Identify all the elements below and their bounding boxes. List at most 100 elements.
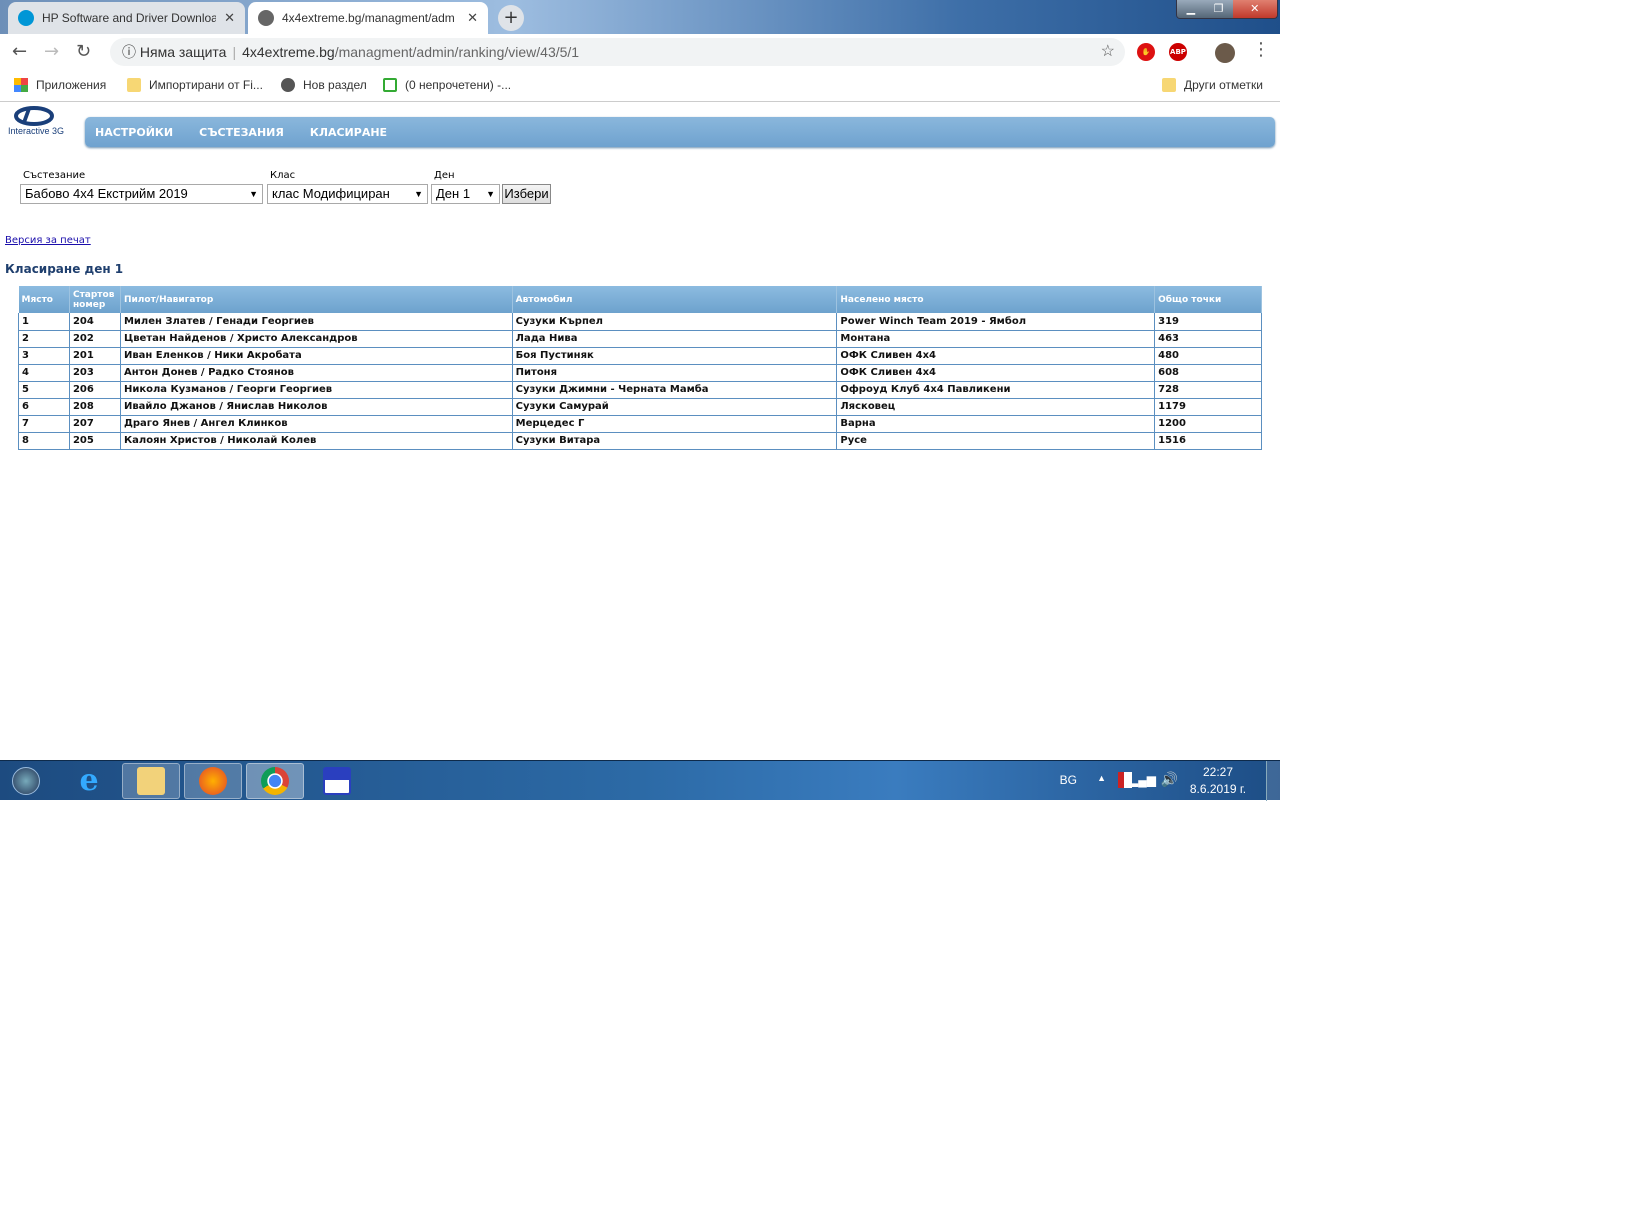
cell-car: Сузуки Витара: [511, 432, 838, 450]
bookmark-label: Импортирани от Fi...: [149, 78, 263, 92]
cell-town: Офроуд Клуб 4х4 Павликени: [836, 381, 1156, 399]
bookmark-label: (0 непрочетени) -...: [405, 78, 512, 92]
bookmark-apps[interactable]: Приложения: [14, 78, 106, 92]
tab-hp[interactable]: HP Software and Driver Downloa ✕: [8, 2, 245, 34]
cell-start-number: 208: [68, 398, 121, 416]
close-tab-icon[interactable]: ✕: [467, 10, 478, 26]
network-signal-icon[interactable]: ▂▄▆: [1129, 773, 1156, 787]
day-select[interactable]: Ден 1 ▼: [431, 184, 500, 204]
back-icon[interactable]: ←: [12, 42, 27, 62]
new-tab-button[interactable]: +: [498, 5, 524, 31]
windows-logo-icon: [12, 767, 40, 795]
tab-4x4extreme[interactable]: 4x4extreme.bg/managment/adm ✕: [248, 2, 488, 34]
class-select[interactable]: клас Модифициран ▼: [267, 184, 428, 204]
restore-button[interactable]: ❐: [1204, 0, 1233, 18]
other-bookmarks[interactable]: Други отметки: [1162, 78, 1263, 92]
col-pilot-navigator: Пилот/Навигатор: [120, 286, 513, 313]
cell-pilot-navigator: Антон Донев / Радко Стоянов: [119, 364, 513, 382]
info-icon[interactable]: ⓘ: [122, 44, 136, 60]
bookmark-label: Нов раздел: [303, 78, 367, 92]
adblock-hand-icon[interactable]: ✋: [1137, 43, 1155, 61]
language-indicator[interactable]: BG: [1060, 773, 1077, 787]
cell-start-number: 206: [68, 381, 121, 399]
taskbar-ie[interactable]: e: [60, 763, 118, 799]
taskbar-chrome[interactable]: [246, 763, 304, 799]
class-label: Клас: [270, 170, 296, 181]
tab-label: 4x4extreme.bg/managment/adm: [282, 11, 455, 25]
abp-icon[interactable]: ABP: [1169, 43, 1187, 61]
table-row: 2 202 Цветан Найденов / Христо Александров…: [18, 330, 1262, 348]
show-hidden-icons[interactable]: ▲: [1097, 773, 1106, 783]
day-value: Ден 1: [436, 186, 471, 201]
cell-total-points: 480: [1154, 347, 1262, 365]
cell-start-number: 202: [68, 330, 121, 348]
clock-date[interactable]: 8.6.2019 г.: [1178, 782, 1258, 796]
cell-pilot-navigator: Цветан Найденов / Христо Александров: [119, 330, 513, 348]
col-town: Населено място: [836, 286, 1156, 313]
col-car: Автомобил: [512, 286, 838, 313]
select-button[interactable]: Избери: [502, 184, 551, 204]
cell-total-points: 728: [1154, 381, 1262, 399]
cell-total-points: 1200: [1154, 415, 1262, 433]
cell-car: Питоня: [511, 364, 838, 382]
globe-icon: [281, 78, 295, 92]
taskbar-save-app[interactable]: [308, 763, 366, 799]
cell-town: Монтана: [836, 330, 1156, 348]
security-status[interactable]: Няма защита: [140, 44, 227, 60]
site-logo[interactable]: Interactive 3G: [6, 106, 70, 138]
cell-place: 7: [18, 415, 70, 433]
start-button[interactable]: [0, 763, 52, 799]
reload-icon[interactable]: ↻: [76, 42, 91, 62]
volume-icon[interactable]: 🔊: [1161, 771, 1178, 788]
cell-start-number: 207: [68, 415, 121, 433]
internet-explorer-icon: e: [79, 763, 99, 798]
bookmark-new-tab[interactable]: Нов раздел: [281, 78, 367, 92]
taskbar-firefox[interactable]: [184, 763, 242, 799]
tab-label: HP Software and Driver Downloa: [42, 11, 217, 25]
taskbar-explorer[interactable]: [122, 763, 180, 799]
bookmark-label: Приложения: [36, 78, 107, 92]
file-explorer-icon: [137, 767, 165, 795]
cell-total-points: 319: [1154, 313, 1262, 331]
minimize-button[interactable]: ▁: [1177, 0, 1205, 18]
close-tab-icon[interactable]: ✕: [224, 10, 235, 26]
chevron-down-icon: ▼: [486, 189, 495, 199]
cell-car: Лада Нива: [511, 330, 838, 348]
competition-label: Състезание: [23, 170, 86, 181]
profile-avatar[interactable]: [1215, 43, 1235, 63]
globe-icon: [258, 10, 274, 26]
nav-settings[interactable]: НАСТРОЙКИ: [95, 126, 173, 139]
show-desktop-button[interactable]: [1266, 761, 1280, 801]
floppy-disk-icon: [323, 767, 351, 795]
print-version-link[interactable]: Версия за печат: [5, 235, 91, 246]
table-row: 1 204 Милен Златев / Генади Георгиев Сузуки…: [18, 313, 1262, 331]
table-row: 4 203 Антон Донев / Радко Стоянов Питоня ОФК…: [18, 364, 1262, 382]
nav-ranking[interactable]: КЛАСИРАНЕ: [310, 126, 387, 139]
bookmark-unread[interactable]: (0 непрочетени) -...: [383, 78, 511, 92]
bookmark-star-icon[interactable]: ☆: [1101, 38, 1115, 66]
cell-place: 1: [18, 313, 70, 331]
competition-select[interactable]: Бабово 4х4 Екстрийм 2019 ▼: [20, 184, 263, 204]
cell-total-points: 463: [1154, 330, 1262, 348]
table-header-row: Място Стартов номер Пилот/Навигатор Авто…: [18, 286, 1262, 313]
nav-competitions[interactable]: СЪСТЕЗАНИЯ: [199, 126, 284, 139]
hp-icon: [18, 10, 34, 26]
clock-time[interactable]: 22:27: [1188, 765, 1248, 779]
col-start-number: Стартов номер: [69, 286, 121, 313]
url-input[interactable]: ⓘ Няма защита | 4x4extreme.bg/managment/ad…: [110, 38, 1125, 66]
ranking-table: Място Стартов номер Пилот/Навигатор Авто…: [18, 286, 1262, 450]
table-row: 5 206 Никола Кузманов / Георги Георгиев Суз…: [18, 381, 1262, 399]
cell-pilot-navigator: Калоян Христов / Николай Колев: [119, 432, 513, 450]
cell-start-number: 203: [68, 364, 121, 382]
cell-town: Варна: [836, 415, 1156, 433]
cell-car: Мерцедес Г: [511, 415, 838, 433]
col-total-points: Общо точки: [1154, 286, 1262, 313]
table-row: 7 207 Драго Янев / Ангел Клинков Мерцедес Г…: [18, 415, 1262, 433]
class-value: клас Модифициран: [272, 186, 390, 201]
forward-icon[interactable]: →: [44, 42, 59, 62]
close-window-button[interactable]: ✕: [1232, 0, 1277, 18]
chrome-icon: [261, 767, 289, 795]
bookmark-imported[interactable]: Импортирани от Fi...: [127, 78, 263, 92]
menu-kebab-icon[interactable]: ⋮: [1252, 40, 1270, 60]
cell-town: Русе: [836, 432, 1156, 450]
